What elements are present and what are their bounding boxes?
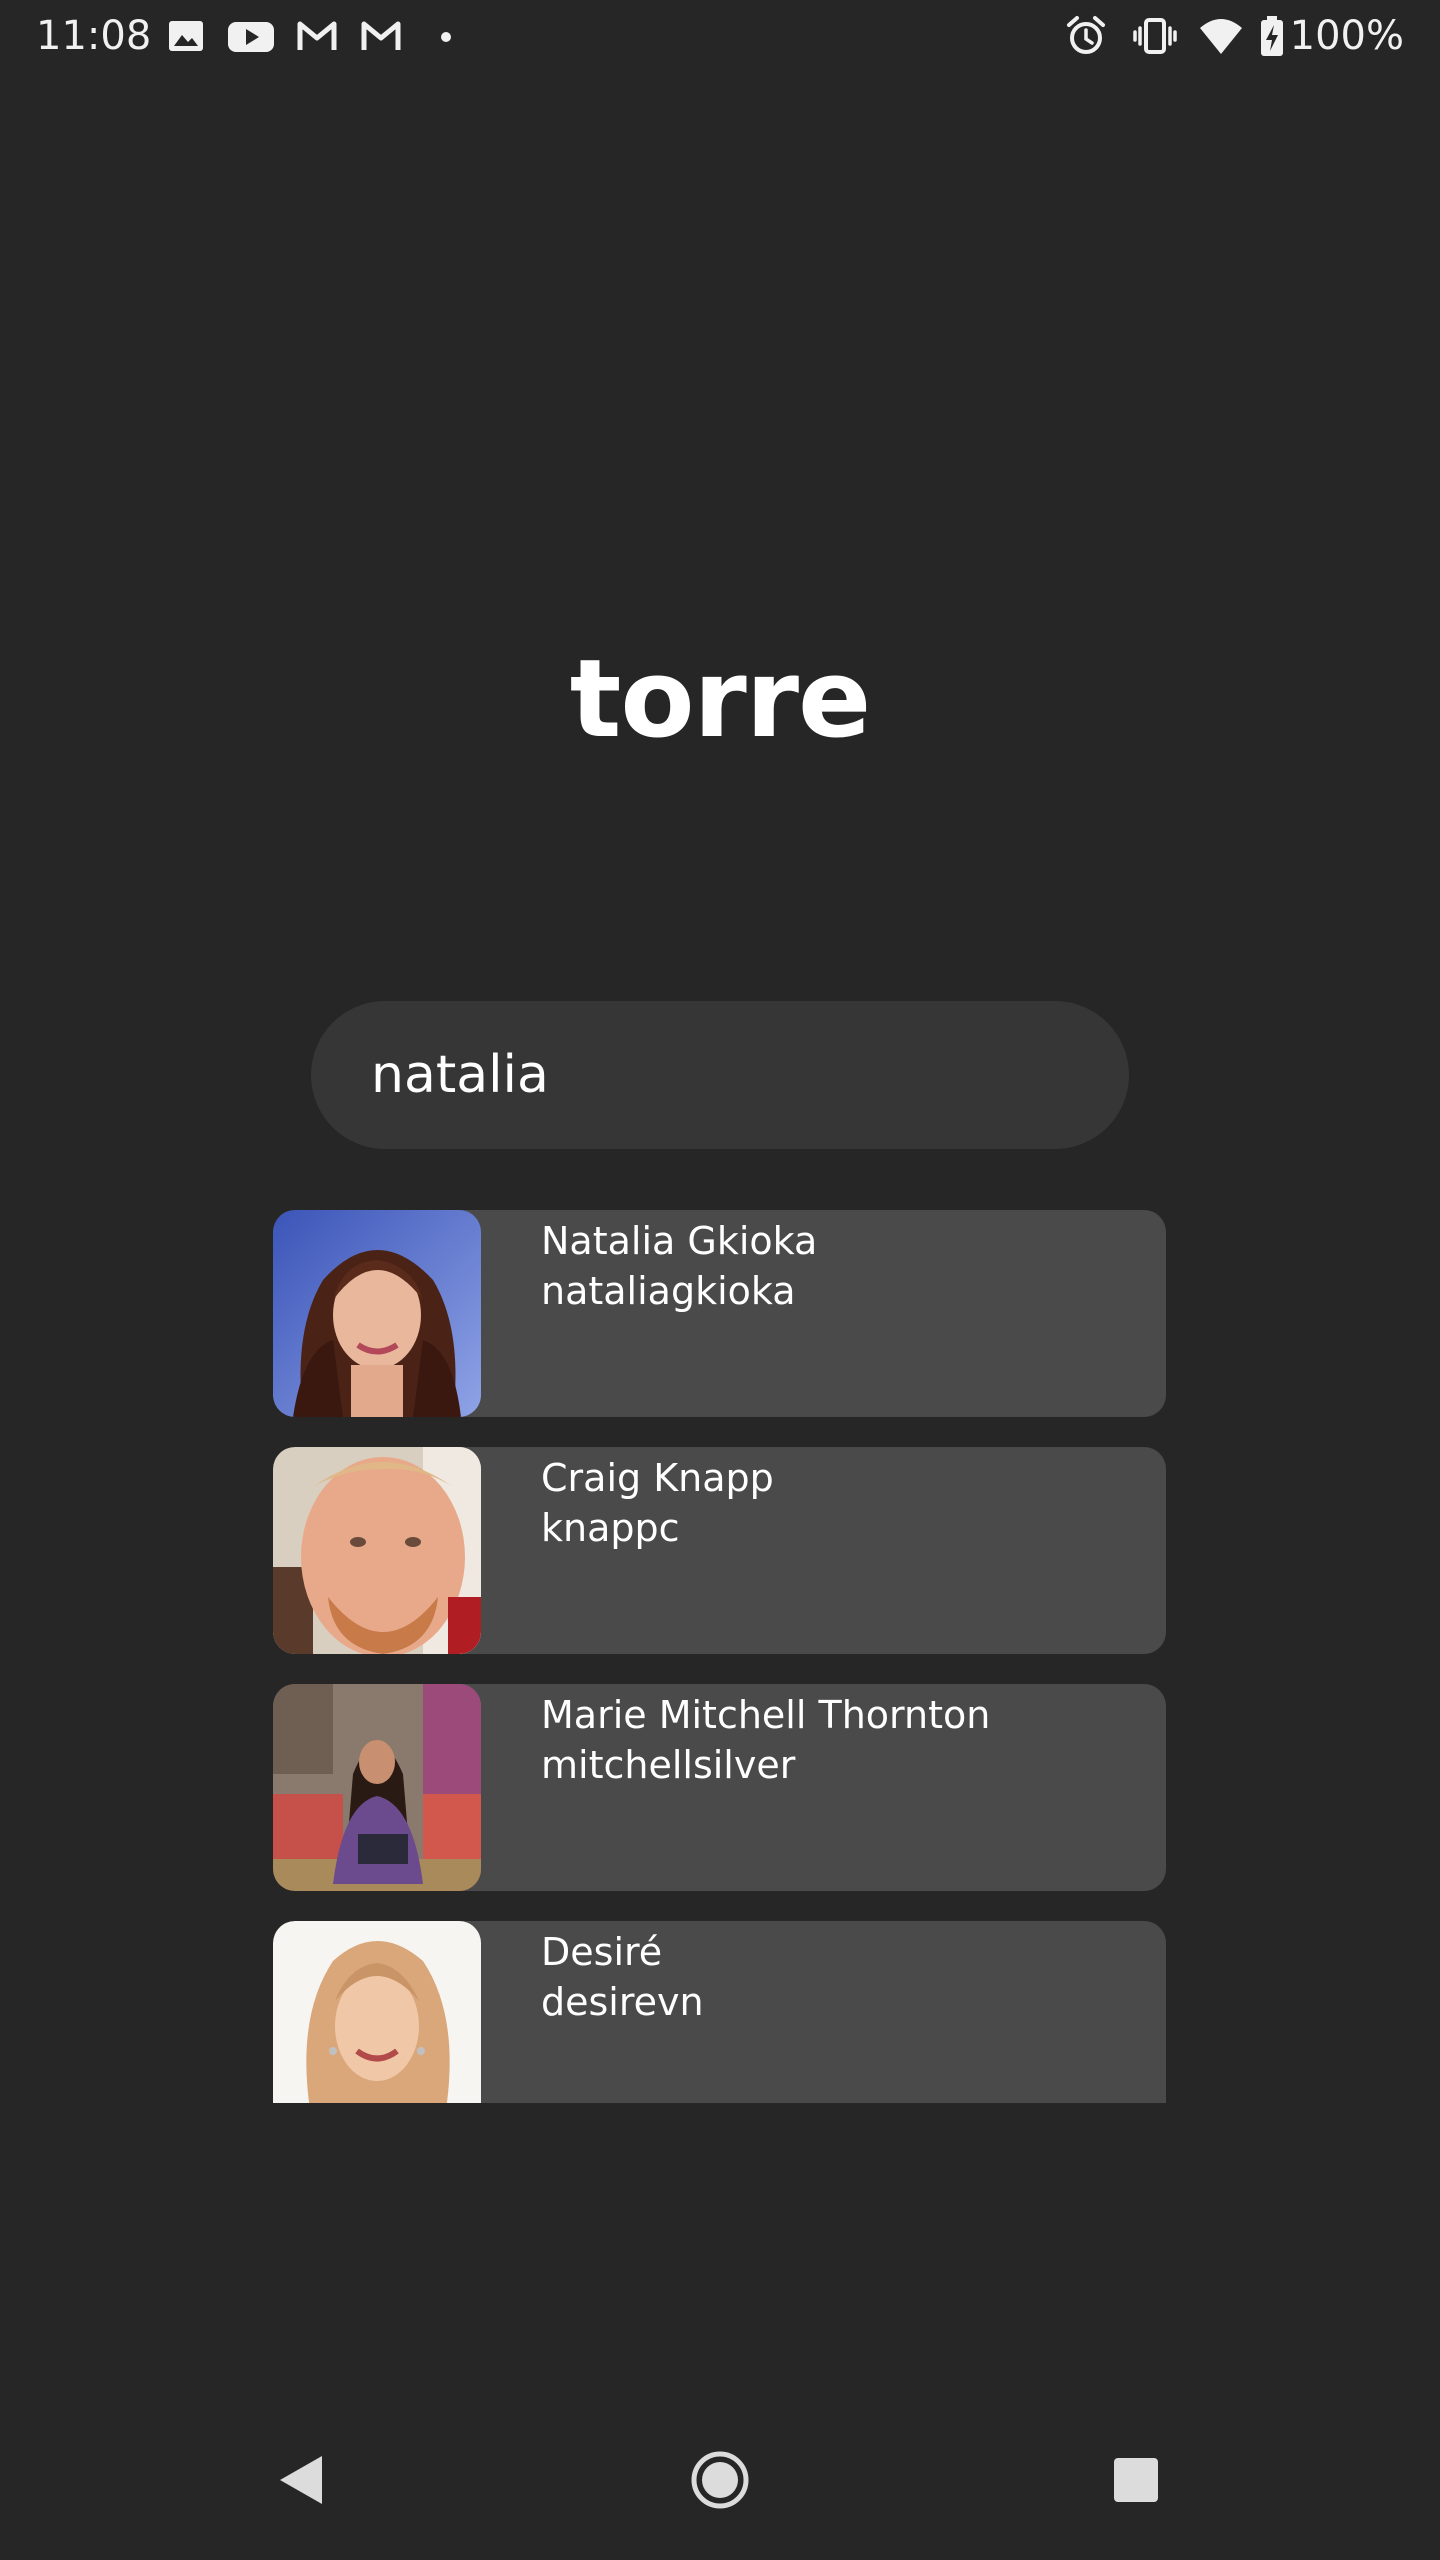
result-handle: knappc — [541, 1506, 680, 1550]
navigation-bar — [0, 2400, 1440, 2560]
result-name: Natalia Gkioka — [541, 1219, 818, 1263]
result-card[interactable]: Desiré desirevn — [273, 1921, 1166, 2103]
battery-charging-icon — [1261, 16, 1283, 56]
back-icon[interactable] — [260, 2440, 340, 2520]
wifi-icon — [1200, 19, 1242, 54]
gmail-icon — [361, 21, 401, 50]
screen: 11:08 100% torre natalia Natalia Gkioka … — [0, 0, 1440, 2560]
avatar — [273, 1684, 481, 1891]
search-box[interactable] — [311, 1001, 1129, 1149]
avatar — [273, 1210, 481, 1417]
result-card[interactable]: Craig Knapp knappc — [273, 1447, 1166, 1654]
home-icon[interactable] — [680, 2440, 760, 2520]
result-card[interactable]: Natalia Gkioka nataliagkioka — [273, 1210, 1166, 1417]
status-time: 11:08 — [36, 13, 152, 59]
result-handle: mitchellsilver — [541, 1743, 796, 1787]
dot-icon — [441, 32, 451, 42]
gmail-icon — [297, 21, 337, 50]
results-list: Natalia Gkioka nataliagkioka Craig Knapp — [273, 1210, 1166, 2103]
status-bar: 11:08 100% — [0, 0, 1440, 72]
image-icon — [169, 21, 203, 51]
youtube-icon — [228, 22, 274, 52]
search-input[interactable] — [371, 1001, 1091, 1149]
vibrate-icon — [1133, 18, 1177, 54]
result-name: Desiré — [541, 1930, 663, 1974]
result-name: Marie Mitchell Thornton — [541, 1693, 991, 1737]
result-handle: nataliagkioka — [541, 1269, 796, 1313]
result-name: Craig Knapp — [541, 1456, 774, 1500]
avatar — [273, 1921, 481, 2103]
avatar — [273, 1447, 481, 1654]
result-card[interactable]: Marie Mitchell Thornton mitchellsilver — [273, 1684, 1166, 1891]
result-handle: desirevn — [541, 1980, 704, 2024]
app-title: torre — [569, 637, 872, 762]
recents-icon[interactable] — [1096, 2440, 1176, 2520]
battery-percent: 100% — [1289, 13, 1404, 59]
alarm-icon — [1067, 16, 1105, 54]
